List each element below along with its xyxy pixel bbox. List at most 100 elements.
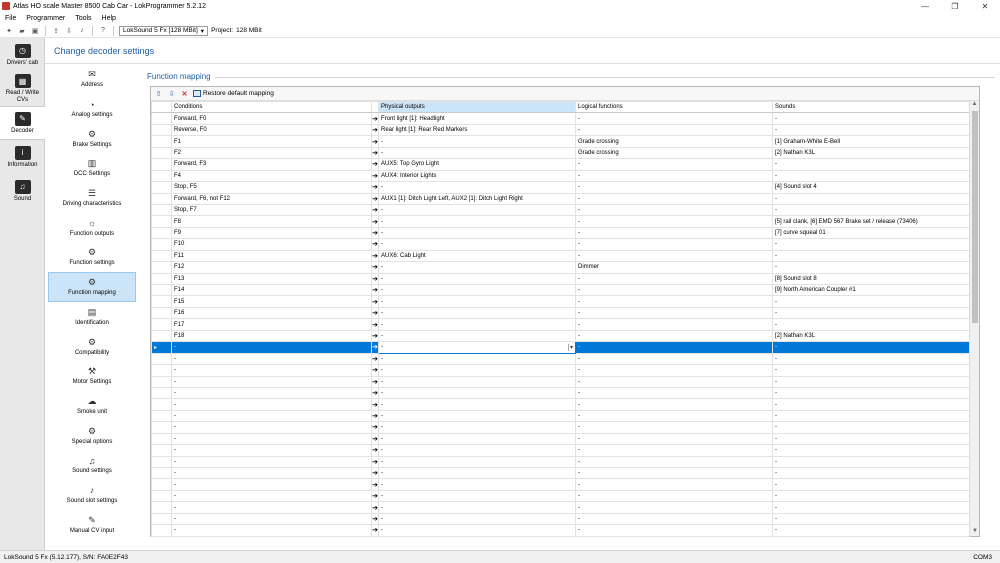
table-row[interactable]: F15 ➔ - - - [151,295,970,308]
row-header[interactable] [151,283,172,297]
logical-functions-cell[interactable]: - [575,295,773,308]
sounds-cell[interactable]: - [772,341,970,354]
sounds-cell[interactable]: - [772,123,970,137]
subnav-driving-characteristics[interactable]: ☰ Driving characteristics [48,183,136,213]
sounds-cell[interactable]: - [772,295,970,308]
sounds-cell[interactable]: - [772,489,970,503]
sounds-cell[interactable]: [2] Nathan K3L [772,329,970,343]
conditions-cell[interactable]: F15 [171,295,372,308]
subnav-dcc-settings[interactable]: ▥ DCC Settings [48,153,136,183]
table-row[interactable]: - ➔ - - - [151,398,970,411]
logical-functions-cell[interactable]: - [575,283,773,297]
conditions-cell[interactable]: - [171,466,372,480]
row-header[interactable] [151,444,172,457]
sounds-cell[interactable]: - [772,501,970,514]
conditions-cell[interactable]: F4 [171,169,372,183]
row-header[interactable] [151,249,172,263]
physical-outputs-cell[interactable]: - [378,466,576,480]
physical-outputs-cell[interactable]: - [378,444,576,457]
logical-functions-cell[interactable]: - [575,341,773,354]
sounds-cell[interactable]: - [772,478,970,491]
logical-functions-cell[interactable]: - [575,203,773,217]
column-header-logical-functions[interactable]: Logical functions [575,100,773,114]
table-row[interactable]: Forward, F6, not F12 ➔ AUX1 [1]: Ditch Lig… [151,192,970,205]
row-header[interactable] [151,524,172,537]
physical-outputs-cell[interactable]: - [378,398,576,411]
physical-outputs-cell[interactable]: AUX1 [1]: Ditch Light Left, AUX2 [1]: Di… [378,192,576,205]
move-down-icon[interactable]: ⇩ [167,89,176,98]
logical-functions-cell[interactable]: - [575,455,773,469]
table-row[interactable]: - ➔ - - - [151,352,970,366]
physical-outputs-cell[interactable]: AUX5: Top Gyro Light [378,158,576,171]
subnav-sound-slot-settings[interactable]: ♪ Sound slot settings [48,480,136,510]
sounds-cell[interactable]: [1] Graham-White E-Bell [772,135,970,148]
conditions-cell[interactable]: Stop, F7 [171,203,372,217]
table-row[interactable]: - ➔ - - - [151,478,970,491]
physical-outputs-cell[interactable]: - [378,489,576,503]
physical-outputs-cell[interactable]: - [378,226,576,240]
row-header[interactable] [151,112,172,125]
physical-outputs-cell[interactable]: - [378,261,576,274]
conditions-cell[interactable]: F17 [171,318,372,331]
logical-functions-cell[interactable]: Grade crossing [575,135,773,148]
table-row[interactable]: F8 ➔ - - [5] rail clank, [6] EMD 567 Brake s… [151,215,970,228]
nav-information[interactable]: i Information [0,140,45,174]
physical-outputs-cell[interactable]: - [378,478,576,491]
conditions-cell[interactable]: - [171,478,372,491]
logical-functions-cell[interactable]: - [575,501,773,514]
chevron-down-icon[interactable]: ▾ [567,343,573,351]
table-row[interactable]: - ➔ - - - [151,375,970,388]
conditions-cell[interactable]: Stop, F5 [171,181,372,194]
physical-outputs-cell[interactable]: - [378,283,576,297]
subnav-brake-settings[interactable]: ⚙ Brake Settings [48,123,136,153]
table-row[interactable]: F4 ➔ AUX4: Interior Lights - - [151,169,970,183]
sounds-cell[interactable]: - [772,318,970,331]
table-row[interactable]: - ➔ - - - [151,501,970,514]
subnav-smoke-unit[interactable]: ☁ Smoke unit [48,391,136,421]
logical-functions-cell[interactable]: - [575,329,773,343]
sounds-cell[interactable]: - [772,352,970,366]
table-row[interactable]: ▸ - ➔ - ▾ - - [151,341,970,354]
nav-drivers-cab[interactable]: ◷ Drivers' cab [0,38,45,72]
row-header[interactable] [151,409,172,423]
conditions-cell[interactable]: - [171,341,372,354]
logical-functions-cell[interactable]: - [575,112,773,125]
table-row[interactable]: F13 ➔ - - [8] Sound slot 8 [151,272,970,286]
row-header[interactable] [151,203,172,217]
sounds-cell[interactable]: [7] curve squeal 01 [772,226,970,240]
conditions-cell[interactable]: F8 [171,215,372,228]
physical-outputs-cell[interactable]: - [378,524,576,537]
row-header[interactable] [151,192,172,205]
logical-functions-cell[interactable]: - [575,238,773,251]
table-row[interactable]: - ➔ - - - [151,364,970,377]
logical-functions-cell[interactable]: - [575,364,773,377]
row-header[interactable] [151,146,172,160]
row-header[interactable] [151,215,172,228]
save-icon[interactable]: ▣ [30,26,40,36]
row-header[interactable] [151,306,172,320]
physical-outputs-cell[interactable]: - [378,295,576,308]
row-header[interactable] [151,295,172,308]
read-decoder-icon[interactable]: ⇪ [51,26,61,36]
table-row[interactable]: F1 ➔ - Grade crossing [1] Graham-White E-Bel… [151,135,970,148]
logical-functions-cell[interactable]: - [575,249,773,263]
row-header[interactable] [151,261,172,274]
menu-tools[interactable]: Tools [70,15,96,22]
logical-functions-cell[interactable]: - [575,409,773,423]
table-row[interactable]: - ➔ - - - [151,444,970,457]
conditions-cell[interactable]: F11 [171,249,372,263]
table-row[interactable]: F17 ➔ - - - [151,318,970,331]
help-icon[interactable]: ? [98,26,108,36]
subnav-special-options[interactable]: ⚙ Special options [48,420,136,450]
conditions-cell[interactable]: - [171,352,372,366]
restore-default-button[interactable]: Restore default mapping [193,90,274,97]
table-row[interactable]: Forward, F3 ➔ AUX5: Top Gyro Light - - [151,158,970,171]
sounds-cell[interactable]: - [772,466,970,480]
row-selector-icon[interactable]: ▸ [151,341,172,354]
table-row[interactable]: F10 ➔ - - - [151,238,970,251]
physical-outputs-cell[interactable]: - [378,329,576,343]
physical-outputs-cell[interactable]: - [378,306,576,320]
subnav-motor-settings[interactable]: ⚒ Motor Settings [48,361,136,391]
physical-outputs-cell[interactable]: - [378,203,576,217]
close-button[interactable]: ✕ [970,0,1000,12]
